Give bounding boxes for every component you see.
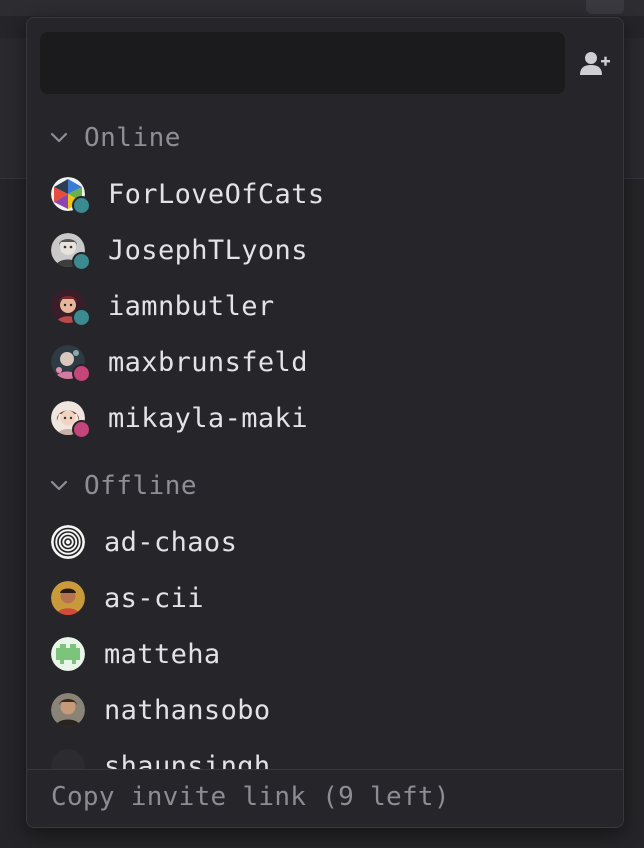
status-indicator	[72, 364, 91, 383]
section-header-offline[interactable]: Offline	[49, 471, 197, 501]
contact-row[interactable]: maxbrunsfeld	[51, 340, 591, 384]
avatar	[51, 637, 85, 671]
popover-footer: Copy invite link (9 left)	[27, 769, 623, 827]
contact-row[interactable]: ForLoveOfCats	[51, 172, 591, 216]
status-indicator	[72, 196, 91, 215]
contacts-popover: Online ForLoveOfCats JosephTLyons iamnbu…	[26, 17, 624, 828]
add-contact-button[interactable]	[575, 46, 615, 82]
contact-row[interactable]: matteha	[51, 632, 591, 676]
contact-row[interactable]: JosephTLyons	[51, 228, 591, 272]
status-indicator	[72, 420, 91, 439]
contact-name: as-cii	[104, 582, 204, 614]
window-corner-button[interactable]	[586, 0, 624, 14]
contact-name: ad-chaos	[104, 526, 238, 558]
add-user-icon	[580, 52, 610, 75]
contact-row[interactable]: mikayla-maki	[51, 396, 591, 440]
avatar	[51, 233, 91, 271]
section-label: Online	[84, 123, 181, 153]
avatar	[51, 345, 91, 383]
contact-name: ForLoveOfCats	[108, 178, 325, 210]
contact-row[interactable]: ad-chaos	[51, 520, 591, 564]
section-header-online[interactable]: Online	[49, 123, 181, 153]
contact-name: matteha	[104, 638, 221, 670]
contact-name: JosephTLyons	[108, 234, 308, 266]
contact-row[interactable]: nathansobo	[51, 688, 591, 732]
section-label: Offline	[84, 471, 198, 501]
chevron-down-icon	[50, 132, 68, 143]
contact-search-input[interactable]	[40, 32, 565, 94]
contact-name: maxbrunsfeld	[108, 346, 308, 378]
window-topbar	[0, 0, 644, 16]
contact-name: mikayla-maki	[108, 402, 308, 434]
contact-row[interactable]: as-cii	[51, 576, 591, 620]
avatar	[51, 525, 85, 559]
avatar	[51, 581, 85, 615]
contact-name: iamnbutler	[108, 290, 275, 322]
avatar	[51, 401, 91, 439]
copy-invite-link-button[interactable]: Copy invite link (9 left)	[51, 782, 450, 812]
contact-name: nathansobo	[104, 694, 271, 726]
status-indicator	[72, 308, 91, 327]
avatar	[51, 177, 91, 215]
contact-row[interactable]: iamnbutler	[51, 284, 591, 328]
chevron-down-icon	[50, 480, 68, 491]
avatar	[51, 289, 91, 327]
status-indicator	[72, 252, 91, 271]
avatar	[51, 693, 85, 727]
